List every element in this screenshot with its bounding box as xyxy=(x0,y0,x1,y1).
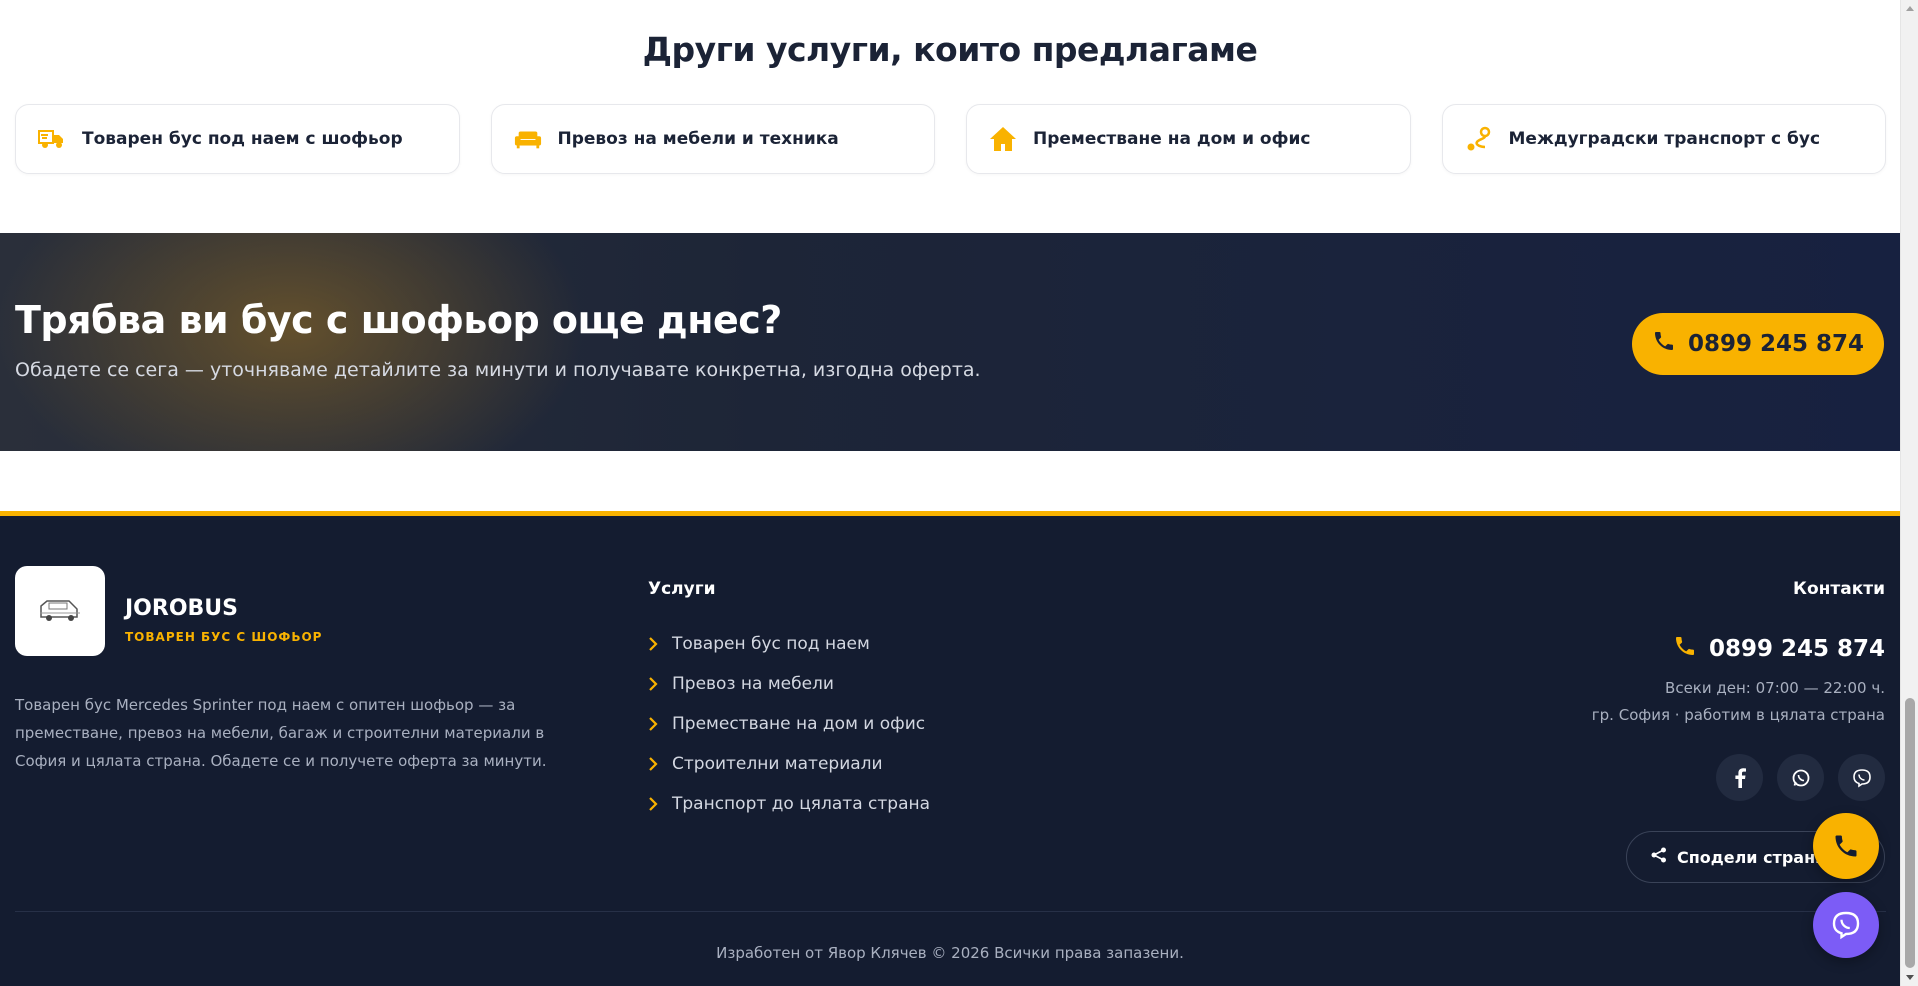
footer-link[interactable]: Преместване на дом и офис xyxy=(648,704,930,744)
chevron-right-icon xyxy=(648,637,664,651)
route-icon xyxy=(1465,125,1493,153)
facebook-button[interactable] xyxy=(1716,754,1763,801)
service-card-label: Преместване на дом и офис xyxy=(1033,129,1311,149)
scrollbar-thumb[interactable] xyxy=(1905,698,1915,968)
chevron-right-icon xyxy=(648,757,664,771)
footer-tagline: ТОВАРЕН БУС С ШОФЬОР xyxy=(125,630,323,644)
phone-icon xyxy=(1652,329,1676,359)
cta-title: Трябва ви бус с шофьор още днес? xyxy=(15,298,782,342)
scroll-up-arrow-icon[interactable] xyxy=(1901,0,1918,16)
truck-fast-icon xyxy=(38,125,66,153)
page: Други услуги, които предлагаме Товарен б… xyxy=(0,0,1900,986)
cta-subtitle: Обадете се сега — уточняваме детайлите з… xyxy=(15,359,981,381)
service-card-moving[interactable]: Преместване на дом и офис xyxy=(966,104,1411,174)
viber-icon xyxy=(1832,911,1860,940)
chevron-right-icon xyxy=(648,717,664,731)
copyright: Изработен от Явор Клячев © 2026 Всички п… xyxy=(716,944,1184,962)
floating-viber-button[interactable] xyxy=(1813,892,1879,958)
footer-contacts-title: Контакти xyxy=(1793,579,1885,599)
footer: JOROBUS ТОВАРЕН БУС С ШОФЬОР Товарен бус… xyxy=(0,511,1900,986)
service-card-label: Товарен бус под наем с шофьор xyxy=(82,129,403,149)
footer-about: Товарен бус Mercedes Sprinter под наем с… xyxy=(15,696,547,770)
chevron-right-icon xyxy=(648,677,664,691)
footer-link-label: Превоз на мебели xyxy=(672,674,834,694)
footer-link[interactable]: Превоз на мебели xyxy=(648,664,930,704)
services-grid: Товарен бус под наем с шофьор Превоз на … xyxy=(15,104,1886,174)
social-links xyxy=(1716,754,1885,801)
service-card-label: Междуградски транспорт с бус xyxy=(1508,129,1821,149)
footer-link-label: Преместване на дом и офис xyxy=(672,714,926,734)
share-label: Сподели страни xyxy=(1677,847,1827,867)
floating-call-button[interactable] xyxy=(1813,813,1879,879)
footer-link-label: Транспорт до цялата страна xyxy=(672,794,931,814)
viber-button[interactable] xyxy=(1838,754,1885,801)
footer-link-label: Товарен бус под наем xyxy=(672,634,870,654)
van-logo-icon xyxy=(40,600,80,621)
cta-phone-label: 0899 245 874 xyxy=(1687,331,1865,357)
whatsapp-icon xyxy=(1792,769,1809,786)
whatsapp-button[interactable] xyxy=(1777,754,1824,801)
viber-icon xyxy=(1852,768,1871,787)
service-card-intercity[interactable]: Междуградски транспорт с бус xyxy=(1441,104,1886,174)
house-icon xyxy=(989,125,1017,153)
footer-link[interactable]: Строителни материали xyxy=(648,744,930,784)
chevron-right-icon xyxy=(648,797,664,811)
footer-area: гр. София · работим в цялата страна xyxy=(1591,706,1885,724)
footer-phone-label: 0899 245 874 xyxy=(1708,636,1885,662)
footer-link[interactable]: Транспорт до цялата страна xyxy=(648,784,930,824)
cta-call-button[interactable]: 0899 245 874 xyxy=(1632,313,1884,375)
cta-banner: Трябва ви бус с шофьор още днес? Обадете… xyxy=(0,233,1900,451)
footer-brand: JOROBUS xyxy=(125,596,239,621)
footer-services-title: Услуги xyxy=(648,579,716,599)
footer-services-list: Товарен бус под наем Превоз на мебели Пр… xyxy=(648,624,930,824)
footer-divider xyxy=(15,911,1886,912)
service-card-bus-rental[interactable]: Товарен бус под наем с шофьор xyxy=(15,104,460,174)
page-scrollbar[interactable] xyxy=(1900,0,1918,986)
facebook-icon xyxy=(1734,767,1746,788)
footer-phone-link[interactable]: 0899 245 874 xyxy=(1673,634,1885,664)
footer-hours: Всеки ден: 07:00 — 22:00 ч. xyxy=(1665,679,1885,697)
phone-icon xyxy=(1673,634,1697,664)
logo[interactable] xyxy=(15,566,105,656)
footer-link-label: Строителни материали xyxy=(672,754,883,774)
share-icon xyxy=(1651,847,1667,867)
phone-icon xyxy=(1835,835,1857,857)
service-card-label: Превоз на мебели и техника xyxy=(557,129,839,149)
services-title: Други услуги, които предлагаме xyxy=(642,30,1258,69)
footer-link[interactable]: Товарен бус под наем xyxy=(648,624,930,664)
couch-icon xyxy=(514,125,542,153)
scroll-down-arrow-icon[interactable] xyxy=(1901,970,1918,986)
service-card-furniture[interactable]: Превоз на мебели и техника xyxy=(490,104,935,174)
